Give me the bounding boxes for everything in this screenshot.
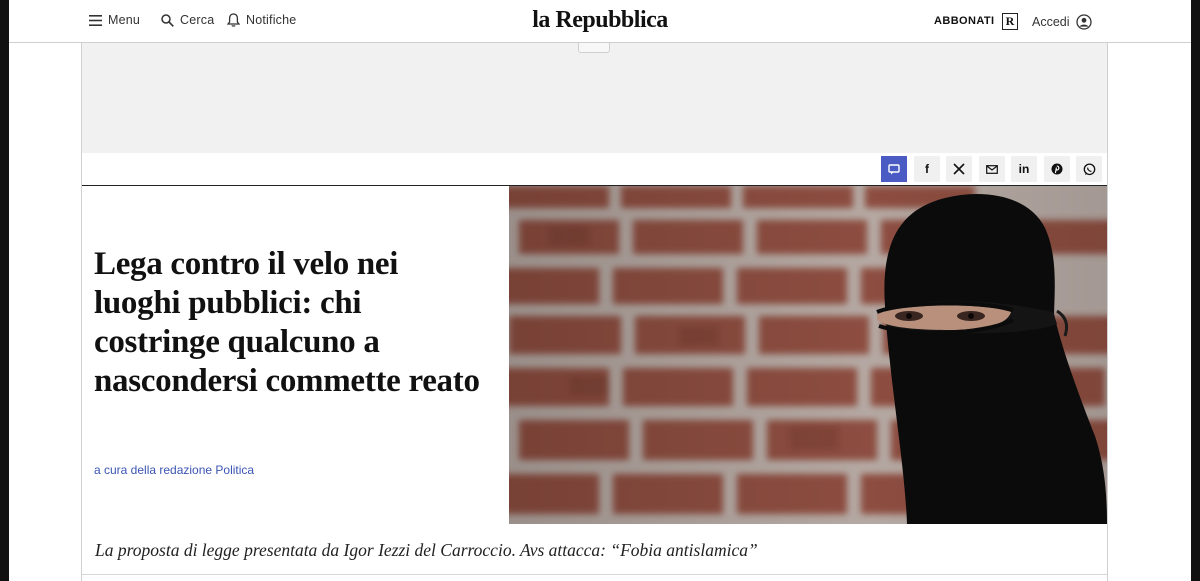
- ad-close-tab[interactable]: [578, 43, 610, 53]
- facebook-icon: f: [925, 162, 929, 176]
- email-share-button[interactable]: [979, 156, 1005, 182]
- rep-badge-icon[interactable]: R: [1002, 13, 1018, 30]
- article-headline: Lega contro il velo nei luoghi pubblici:…: [94, 246, 480, 399]
- hero-image: [509, 186, 1107, 524]
- whatsapp-icon: [1083, 162, 1095, 175]
- article-column: f in Lega contro il velo nei luoghi pubb…: [81, 43, 1108, 581]
- veiled-woman-photo: [509, 186, 1107, 524]
- pinterest-icon: [1051, 163, 1063, 175]
- x-share-button[interactable]: [946, 156, 972, 182]
- user-icon: [1075, 14, 1092, 30]
- pinterest-share-button[interactable]: [1044, 156, 1070, 182]
- article-subtitle: La proposta di legge presentata da Igor …: [95, 540, 758, 560]
- linkedin-share-button[interactable]: in: [1011, 156, 1037, 182]
- ad-placeholder: [82, 43, 1107, 153]
- facebook-share-button[interactable]: f: [914, 156, 940, 182]
- login-label: Accedi: [1032, 15, 1070, 29]
- comment-icon: [888, 163, 900, 174]
- site-header: Menu Cerca Notifiche la Repubblica ABBON…: [9, 0, 1191, 43]
- divider: [82, 574, 1107, 575]
- mail-icon: [986, 164, 998, 174]
- whatsapp-share-button[interactable]: [1076, 156, 1102, 182]
- x-icon: [953, 163, 965, 175]
- login-button[interactable]: Accedi: [1032, 14, 1092, 30]
- subscribe-link[interactable]: ABBONATI: [934, 15, 994, 27]
- share-bar: f in: [82, 153, 1107, 186]
- article-byline[interactable]: a cura della redazione Politica: [94, 463, 254, 477]
- browser-viewport: Menu Cerca Notifiche la Repubblica ABBON…: [9, 0, 1191, 581]
- comment-button[interactable]: [881, 156, 907, 182]
- linkedin-icon: in: [1018, 162, 1030, 176]
